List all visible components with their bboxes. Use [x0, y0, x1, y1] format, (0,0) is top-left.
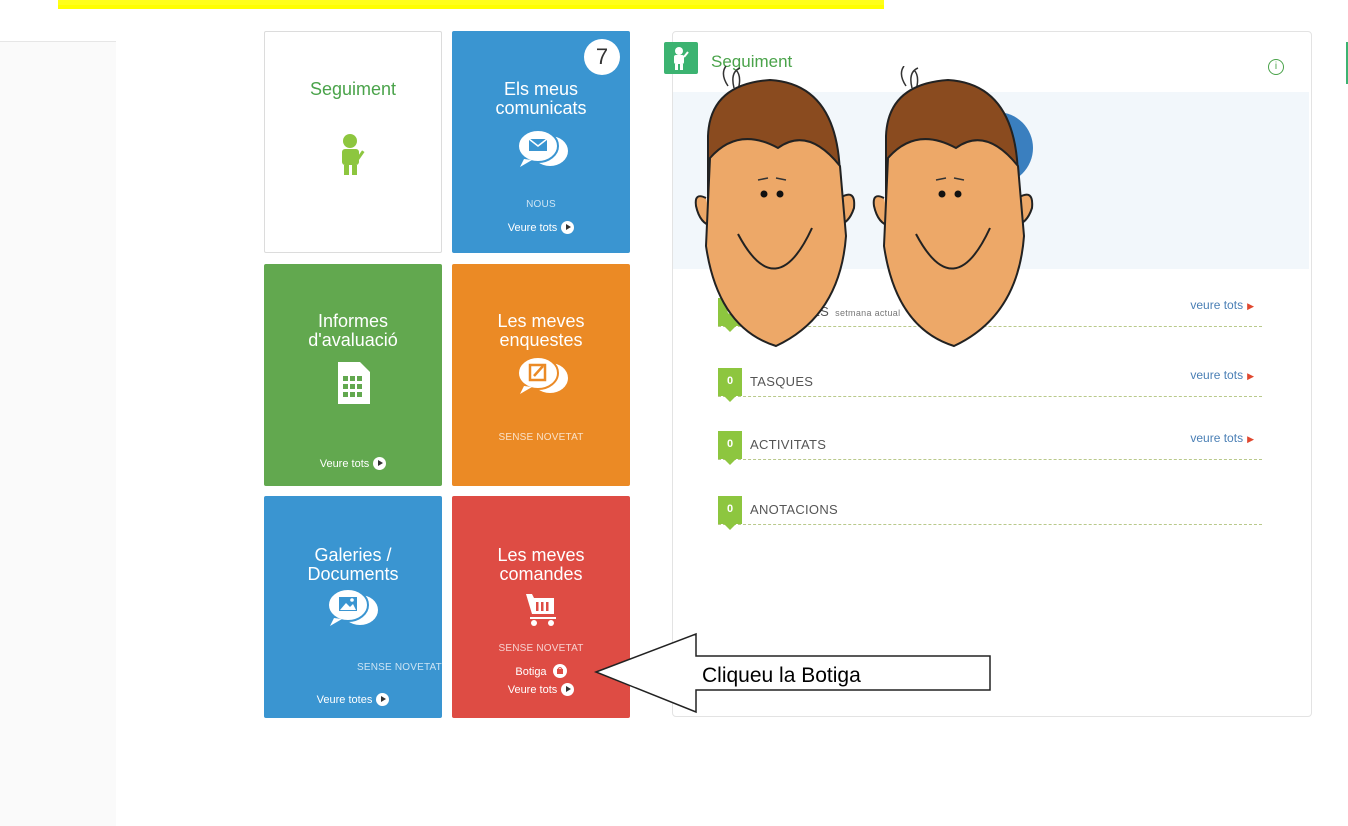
row-label: ANOTACIONS [750, 502, 838, 517]
tile-seguiment-title: Seguiment [309, 79, 397, 99]
comandes-link-label: Veure tots [507, 684, 558, 696]
row-link-label: veure tots [1190, 431, 1244, 445]
botiga-label: Botiga [515, 666, 547, 678]
cartoon-face-left [694, 66, 856, 348]
galeries-status: SENSE NOVETAT [356, 662, 442, 673]
comunicats-link-label: Veure tots [507, 222, 558, 234]
chat-mail-icon [517, 129, 568, 167]
play-icon [561, 683, 575, 696]
comunicats-count-badge: 7 [584, 39, 620, 75]
chat-image-icon [327, 588, 378, 626]
highlight-banner [58, 0, 884, 9]
row-veure-tots-link[interactable]: veure tots ▶ [1190, 368, 1254, 382]
row-label: ACTIVITATS [750, 437, 827, 452]
tile-informes[interactable]: Informes d'avaluació Veure tots [264, 264, 442, 486]
row-veure-tots-link[interactable]: veure tots ▶ [1190, 431, 1254, 445]
document-icon [338, 362, 370, 404]
child-icon [342, 134, 365, 175]
left-gutter [0, 42, 116, 826]
galeries-veure-totes-link[interactable]: Veure totes [264, 693, 442, 706]
row-veure-tots-link[interactable]: veure tots ▶ [1190, 298, 1254, 312]
play-icon [561, 221, 575, 234]
row-link-label: veure tots [1190, 298, 1244, 312]
panel-row-tasques: 0 TASQUES veure tots ▶ [718, 368, 1262, 402]
tile-informes-title: Informes d'avaluació [308, 311, 398, 350]
comunicats-status: NOUS [526, 199, 556, 210]
callout-text: Cliqueu la Botiga [702, 664, 861, 687]
play-icon [376, 693, 390, 706]
cartoon-face-right [872, 66, 1034, 348]
informes-veure-tots-link[interactable]: Veure tots [264, 457, 442, 470]
row-link-label: veure tots [1190, 368, 1244, 382]
tile-galeries-title: Galeries / Documents [307, 545, 399, 584]
tile-enquestes[interactable]: Les meves enquestes SENSE NOVETAT [452, 264, 630, 486]
comunicats-veure-tots-link[interactable]: Veure tots [452, 221, 630, 234]
tile-enquestes-title: Les meves enquestes [497, 311, 585, 350]
row-count-badge: 0 [718, 368, 742, 402]
tile-comandes-title: Les meves comandes [497, 545, 585, 584]
cart-icon [526, 594, 556, 626]
info-icon[interactable]: i [1268, 59, 1284, 75]
tile-seguiment[interactable]: Seguiment [264, 31, 442, 253]
arrow-right-icon: ▶ [1247, 301, 1254, 311]
row-count-badge: 0 [718, 431, 742, 465]
arrow-right-icon: ▶ [1247, 371, 1254, 381]
cartoon-faces [694, 66, 1034, 348]
row-label: TASQUES [750, 374, 814, 389]
panel-row-anotacions: 0 ANOTACIONS [718, 496, 1262, 530]
tile-galeries[interactable]: Galeries / Documents SENSE NOVETAT Veure… [264, 496, 442, 718]
tile-comunicats-title: Els meus comunicats [495, 79, 587, 118]
chat-edit-icon [517, 356, 568, 394]
galeries-link-label: Veure totes [316, 694, 373, 706]
botiga-icon [552, 664, 567, 678]
play-icon [373, 457, 387, 470]
enquestes-status: SENSE NOVETAT [498, 432, 584, 443]
informes-link-label: Veure tots [319, 458, 370, 470]
panel-row-activitats: 0 ACTIVITATS veure tots ▶ [718, 431, 1262, 465]
tile-comunicats[interactable]: 7 Els meus comunicats NOUS Veure tots [452, 31, 630, 253]
arrow-right-icon: ▶ [1247, 434, 1254, 444]
row-count-badge: 0 [718, 496, 742, 530]
